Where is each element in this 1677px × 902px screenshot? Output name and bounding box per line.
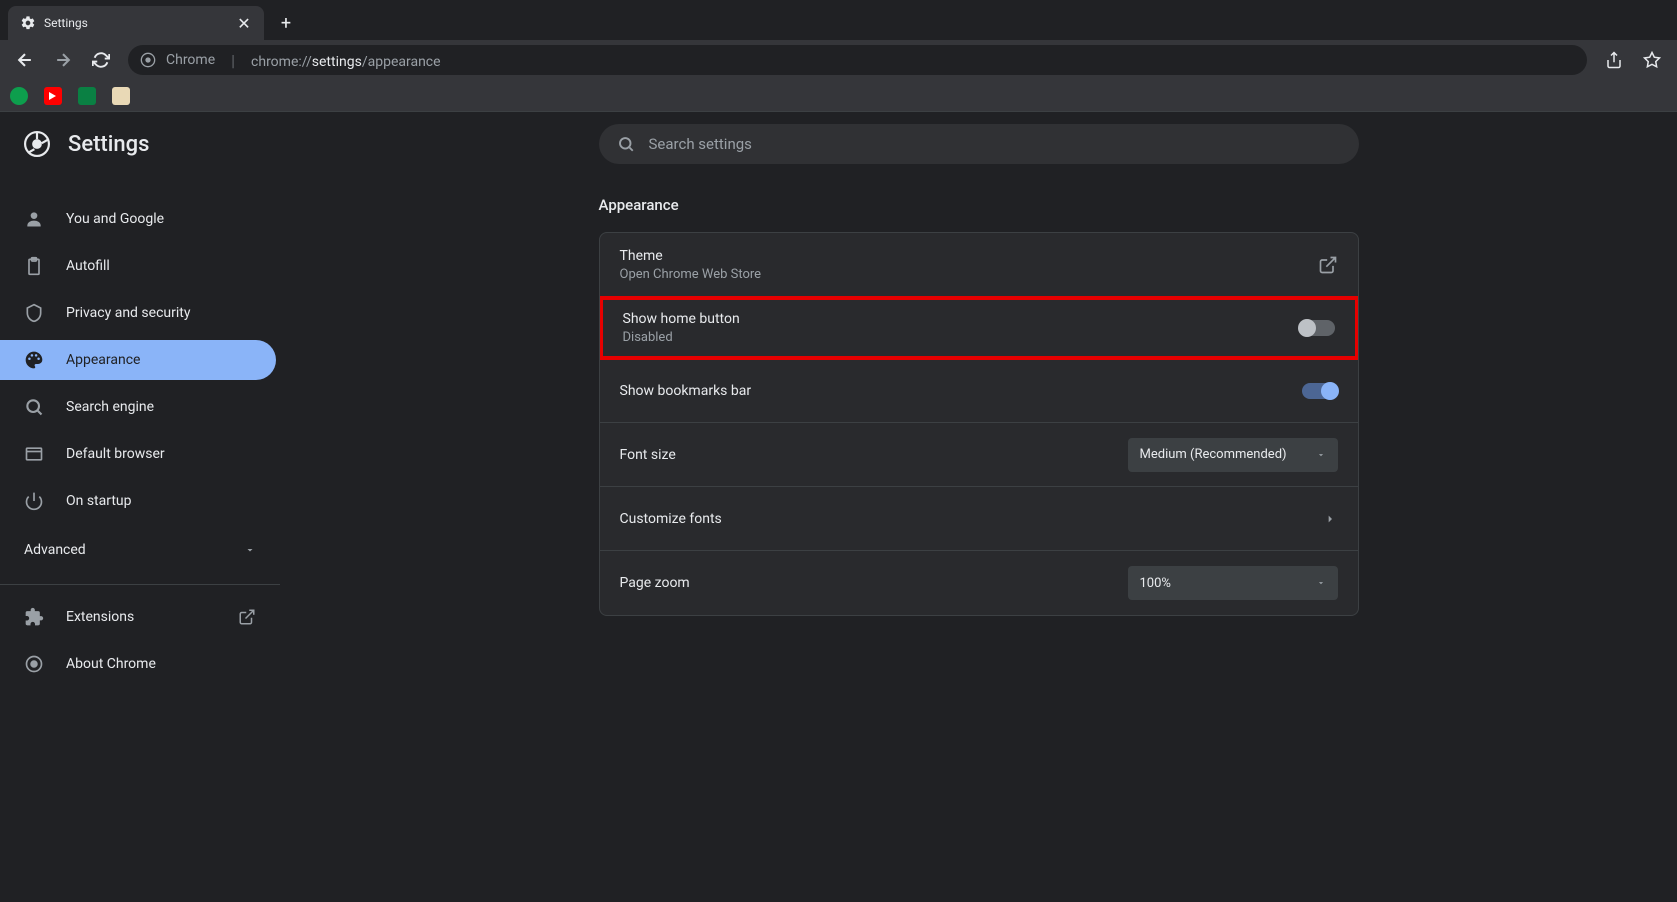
page-zoom-select[interactable]: 100% [1128, 566, 1338, 600]
external-link-icon [1318, 255, 1338, 275]
sidebar-item-search-engine[interactable]: Search engine [0, 387, 280, 427]
search-icon [24, 397, 44, 417]
bookmark-icon[interactable] [10, 87, 28, 105]
search-box[interactable] [599, 124, 1359, 164]
sidebar-item-you-and-google[interactable]: You and Google [0, 199, 280, 239]
row-theme[interactable]: Theme Open Chrome Web Store [600, 233, 1358, 297]
row-label: Show bookmarks bar [620, 383, 752, 399]
share-button[interactable] [1597, 43, 1631, 77]
bookmark-icon[interactable] [112, 87, 130, 105]
settings-card: Theme Open Chrome Web Store Show home bu… [599, 232, 1359, 616]
sidebar-item-about[interactable]: About Chrome [0, 644, 280, 684]
bookmark-icon[interactable] [78, 87, 96, 105]
person-icon [24, 209, 44, 229]
row-show-home-button: Show home button Disabled [599, 296, 1359, 360]
row-label: Show home button [623, 311, 740, 327]
font-size-select[interactable]: Medium (Recommended) [1128, 438, 1338, 472]
row-label: Customize fonts [620, 511, 722, 527]
toggle-home-button[interactable] [1299, 320, 1335, 336]
row-label: Theme [620, 248, 762, 264]
tab-title: Settings [44, 16, 228, 30]
sidebar-item-label: Privacy and security [66, 305, 190, 321]
sidebar-item-on-startup[interactable]: On startup [0, 481, 280, 521]
sidebar-item-label: Default browser [66, 446, 165, 462]
row-label: Font size [620, 447, 676, 463]
window-icon [24, 444, 44, 464]
toolbar: Chrome | chrome://settings/appearance [0, 40, 1677, 80]
toggle-bookmarks-bar[interactable] [1302, 383, 1338, 399]
sidebar-advanced[interactable]: Advanced [0, 528, 280, 572]
url-separator: | [231, 51, 235, 70]
sidebar-item-label: Autofill [66, 258, 110, 274]
close-icon[interactable]: ✕ [236, 14, 252, 33]
clipboard-icon [24, 256, 44, 276]
chevron-down-icon [1316, 450, 1326, 460]
sidebar-item-default-browser[interactable]: Default browser [0, 434, 280, 474]
power-icon [24, 491, 44, 511]
chevron-down-icon [244, 544, 256, 556]
forward-button[interactable] [46, 43, 80, 77]
sidebar-item-label: About Chrome [66, 656, 156, 672]
sidebar-item-extensions[interactable]: Extensions [0, 597, 280, 637]
chrome-icon [140, 52, 156, 68]
url-origin: Chrome [166, 52, 215, 68]
sidebar-separator [0, 584, 280, 585]
row-page-zoom: Page zoom 100% [600, 551, 1358, 615]
back-button[interactable] [8, 43, 42, 77]
select-value: 100% [1140, 576, 1171, 591]
sidebar-item-label: On startup [66, 493, 132, 509]
row-customize-fonts[interactable]: Customize fonts [600, 487, 1358, 551]
sidebar-item-label: Search engine [66, 399, 154, 415]
row-label: Page zoom [620, 575, 690, 591]
bookmark-star-button[interactable] [1635, 43, 1669, 77]
sidebar-item-autofill[interactable]: Autofill [0, 246, 280, 286]
row-font-size: Font size Medium (Recommended) [600, 423, 1358, 487]
chevron-right-icon [1322, 511, 1338, 527]
content: Appearance Theme Open Chrome Web Store S… [280, 112, 1677, 902]
chrome-icon [24, 654, 44, 674]
puzzle-icon [24, 607, 44, 627]
section-title: Appearance [599, 196, 1359, 214]
url-path: chrome://settings/appearance [251, 51, 441, 70]
sidebar-item-label: Extensions [66, 609, 216, 625]
row-sublabel: Open Chrome Web Store [620, 267, 762, 282]
new-tab-button[interactable]: + [272, 9, 300, 37]
search-input[interactable] [649, 135, 1341, 153]
palette-icon [24, 350, 44, 370]
tab-strip: Settings ✕ + [0, 0, 1677, 40]
bookmark-icon[interactable] [44, 87, 62, 105]
sidebar-item-appearance[interactable]: Appearance [0, 340, 276, 380]
shield-icon [24, 303, 44, 323]
page-title: Settings [68, 132, 149, 157]
sidebar: You and Google Autofill Privacy and secu… [0, 112, 280, 902]
gear-icon [20, 15, 36, 31]
select-value: Medium (Recommended) [1140, 447, 1287, 462]
external-link-icon [238, 608, 256, 626]
sidebar-item-privacy[interactable]: Privacy and security [0, 293, 280, 333]
reload-button[interactable] [84, 43, 118, 77]
sidebar-item-label: You and Google [66, 211, 164, 227]
sidebar-item-label: Appearance [66, 352, 140, 368]
settings-header: Settings [0, 112, 1677, 176]
bookmarks-bar [0, 80, 1677, 112]
row-show-bookmarks-bar: Show bookmarks bar [600, 359, 1358, 423]
row-sublabel: Disabled [623, 330, 740, 345]
browser-tab[interactable]: Settings ✕ [8, 6, 264, 40]
chrome-logo-icon [24, 131, 50, 157]
sidebar-advanced-label: Advanced [24, 542, 86, 558]
chevron-down-icon [1316, 578, 1326, 588]
search-icon [617, 135, 635, 153]
address-bar[interactable]: Chrome | chrome://settings/appearance [128, 45, 1587, 75]
